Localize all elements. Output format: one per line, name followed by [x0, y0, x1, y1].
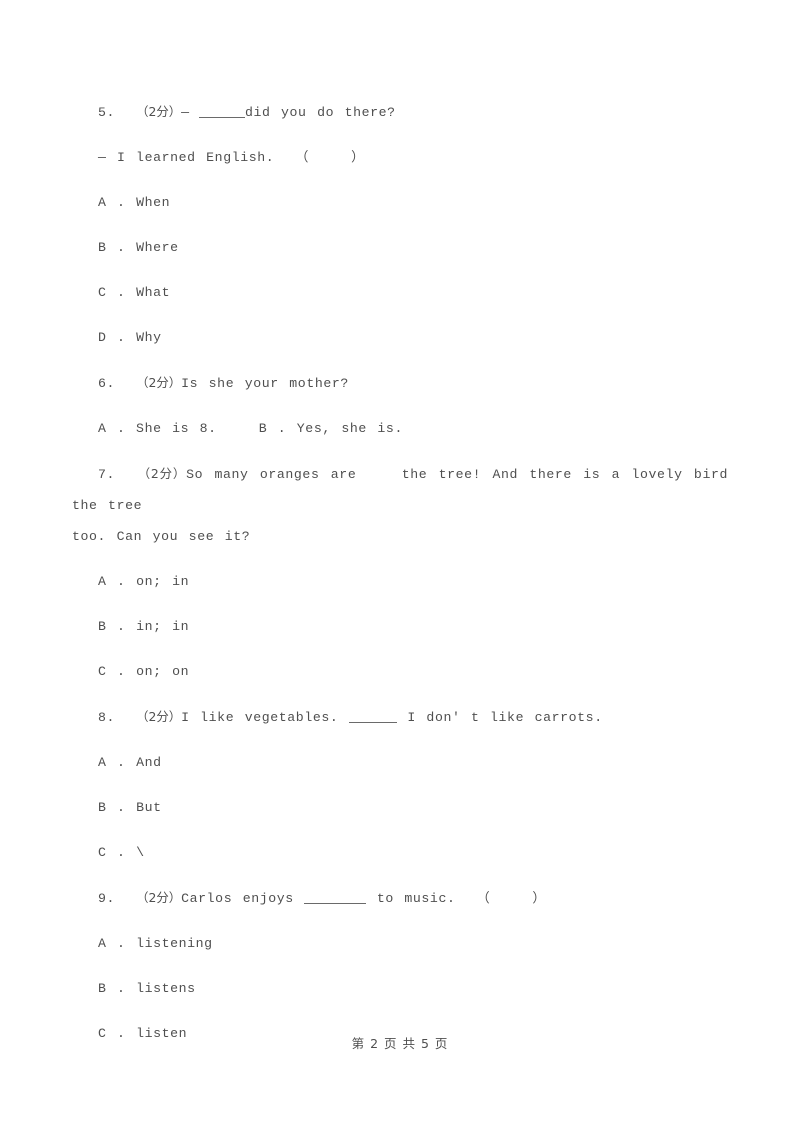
question-stem-q9: 9. （2分）Carlos enjoys to music. （ ） [72, 882, 728, 914]
question-stem-suffix-q5: did you do there? [244, 105, 396, 120]
option-label: And [136, 755, 162, 770]
question-number-q7: 7. [98, 467, 116, 482]
question-stem-text-q6: Is she your mother? [181, 376, 349, 391]
question-stem-suffix-q8: I don' t like carrots. [396, 710, 603, 725]
option-key: B . [98, 800, 126, 815]
option-key: C . [98, 664, 126, 679]
option-key: B . [98, 619, 126, 634]
question-answer-line-q5: — I learned English. （ ） [98, 150, 365, 165]
option-q7-b[interactable]: B . in; in [72, 611, 728, 642]
question-number-q9: 9. [98, 891, 116, 906]
option-key: C . [98, 285, 126, 300]
question-score-q7: （2分） [137, 466, 187, 481]
option-key: D . [98, 330, 126, 345]
option-key: A . [98, 936, 126, 951]
option-q9-a[interactable]: A . listening [72, 928, 728, 959]
question-block-q6: 6. （2分）Is she your mother? A . She is 8.… [72, 367, 728, 444]
option-key: A . [98, 195, 126, 210]
option-q7-c[interactable]: C . on; on [72, 656, 728, 687]
question-block-q5: 5. （2分）— did you do there? — I learned E… [72, 96, 728, 353]
option-label: Why [136, 330, 162, 345]
option-q5-c[interactable]: C . What [72, 277, 728, 308]
question-stem-prefix-q9: Carlos enjoys [181, 891, 305, 906]
answer-blank-q9[interactable] [304, 903, 367, 904]
question-stem-q8: 8. （2分）I like vegetables. I don' t like … [72, 701, 728, 733]
option-label: listens [136, 981, 196, 996]
option-label: When [136, 195, 171, 210]
option-label: in; in [136, 619, 190, 634]
question-stem-prefix-q5: — [181, 105, 199, 120]
option-q8-a[interactable]: A . And [72, 747, 728, 778]
question-block-q9: 9. （2分）Carlos enjoys to music. （ ） A . l… [72, 882, 728, 1049]
option-key: B . [98, 981, 126, 996]
option-q7-a[interactable]: A . on; in [72, 566, 728, 597]
option-q5-b[interactable]: B . Where [72, 232, 728, 263]
question-score-q6: （2分） [136, 375, 182, 390]
question-stem-prefix-q8: I like vegetables. [181, 710, 349, 725]
question-stem-q7-line2: too. Can you see it? [72, 529, 251, 544]
answer-blank-q8[interactable] [348, 722, 397, 723]
question-number-q6: 6. [98, 376, 116, 391]
question-score-q9: （2分） [136, 890, 182, 905]
question-stem-q7-line1: 7. （2分）So many oranges are the tree! And… [72, 458, 728, 521]
question-stem-q5: 5. （2分）— did you do there? [72, 96, 728, 128]
option-label: But [136, 800, 162, 815]
option-label: Where [136, 240, 179, 255]
question-stem-q6: 6. （2分）Is she your mother? [72, 367, 728, 399]
options-inline-q6: A . She is 8. B . Yes, she is. [98, 421, 403, 436]
option-q8-b[interactable]: B . But [72, 792, 728, 823]
exam-page: 5. （2分）— did you do there? — I learned E… [0, 0, 800, 1132]
question-number-q8: 8. [98, 710, 116, 725]
option-label: listening [136, 936, 213, 951]
question-score-q5: （2分） [136, 104, 182, 119]
question-block-q8: 8. （2分）I like vegetables. I don' t like … [72, 701, 728, 868]
option-q9-b[interactable]: B . listens [72, 973, 728, 1004]
option-key: B . [98, 240, 126, 255]
question-list: 5. （2分）— did you do there? — I learned E… [72, 96, 728, 1049]
option-key: C . [98, 845, 126, 860]
option-key: A . [98, 574, 126, 589]
option-label: \ [136, 845, 145, 860]
page-footer: 第 2 页 共 5 页 [351, 1036, 449, 1051]
option-q5-d[interactable]: D . Why [72, 322, 728, 353]
option-row-q6[interactable]: A . She is 8. B . Yes, she is. [72, 413, 728, 444]
question-number-q5: 5. [98, 105, 116, 120]
option-q8-c[interactable]: C . \ [72, 837, 728, 868]
question-score-q8: （2分） [136, 709, 182, 724]
option-q5-a[interactable]: A . When [72, 187, 728, 218]
option-label: What [136, 285, 171, 300]
question-stem-suffix-q9: to music. （ ） [366, 891, 547, 906]
option-key: A . [98, 755, 126, 770]
option-label: on; on [136, 664, 190, 679]
question-block-q7: 7. （2分）So many oranges are the tree! And… [72, 458, 728, 687]
option-label: on; in [136, 574, 190, 589]
answer-blank-q5[interactable] [198, 117, 245, 118]
